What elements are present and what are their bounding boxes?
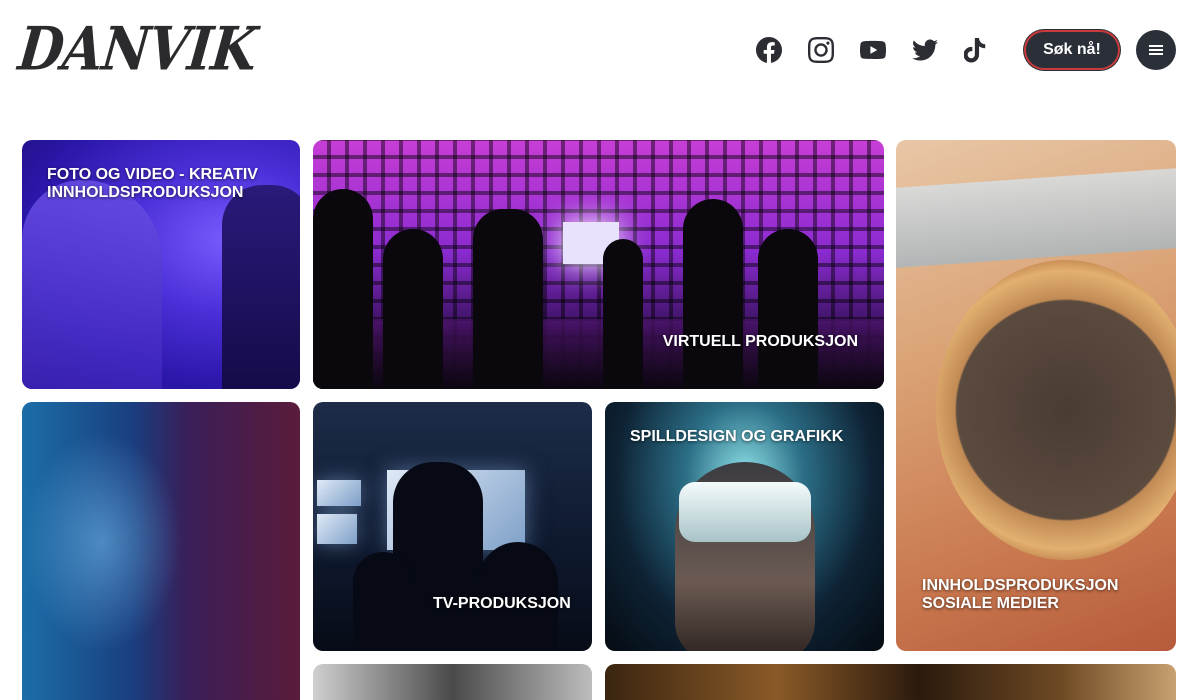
tile-spilldesign-og-grafikk[interactable]: SPILLDESIGN OG GRAFIKK xyxy=(605,402,884,651)
twitter-icon[interactable] xyxy=(908,33,942,67)
facebook-icon[interactable] xyxy=(752,33,786,67)
tile-virtuell-produksjon[interactable]: VIRTUELL PRODUKSJON xyxy=(313,140,884,389)
tile-foto-og-video[interactable]: FOTO OG VIDEO - KREATIV INNHOLDSPRODUKSJ… xyxy=(22,140,300,389)
tile-image xyxy=(936,260,1176,560)
logo-text: DANVIK xyxy=(15,14,260,85)
tile-label: FOTO OG VIDEO - KREATIV INNHOLDSPRODUKSJ… xyxy=(47,166,258,201)
tile-innholdsproduksjon-sosiale-medier[interactable]: INNHOLDSPRODUKSJON SOSIALE MEDIER xyxy=(896,140,1176,651)
tile-portrait-bw[interactable] xyxy=(313,664,592,700)
tile-image xyxy=(353,552,413,651)
tile-image xyxy=(22,180,162,389)
tile-image xyxy=(317,480,361,506)
tile-image xyxy=(683,199,743,389)
tile-tv-produksjon[interactable]: TV-PRODUKSJON xyxy=(313,402,592,651)
tile-image xyxy=(317,514,357,544)
tile-label: INNHOLDSPRODUKSJON SOSIALE MEDIER xyxy=(922,577,1119,612)
tile-image xyxy=(22,432,182,652)
tile-label: TV-PRODUKSJON xyxy=(433,595,571,612)
tile-image xyxy=(679,482,811,542)
tile-image xyxy=(473,209,543,389)
tile-label: SPILLDESIGN OG GRAFIKK xyxy=(630,428,844,445)
youtube-icon[interactable] xyxy=(856,33,890,67)
instagram-icon[interactable] xyxy=(804,33,838,67)
tile-image xyxy=(383,229,443,389)
tile-image xyxy=(758,229,818,389)
tile-image xyxy=(896,168,1176,268)
tile-restaurant[interactable] xyxy=(605,664,1176,700)
tiktok-icon[interactable] xyxy=(960,33,994,67)
apply-now-button[interactable]: Søk nå! xyxy=(1024,30,1120,70)
tile-image xyxy=(603,239,643,389)
tile-label: VIRTUELL PRODUKSJON xyxy=(662,333,858,350)
logo[interactable]: DANVIK xyxy=(15,14,259,84)
tile-image xyxy=(222,185,300,389)
menu-icon xyxy=(1149,49,1163,51)
tile-image xyxy=(313,189,373,389)
tile-portrait[interactable] xyxy=(22,402,300,700)
menu-button[interactable] xyxy=(1136,30,1176,70)
